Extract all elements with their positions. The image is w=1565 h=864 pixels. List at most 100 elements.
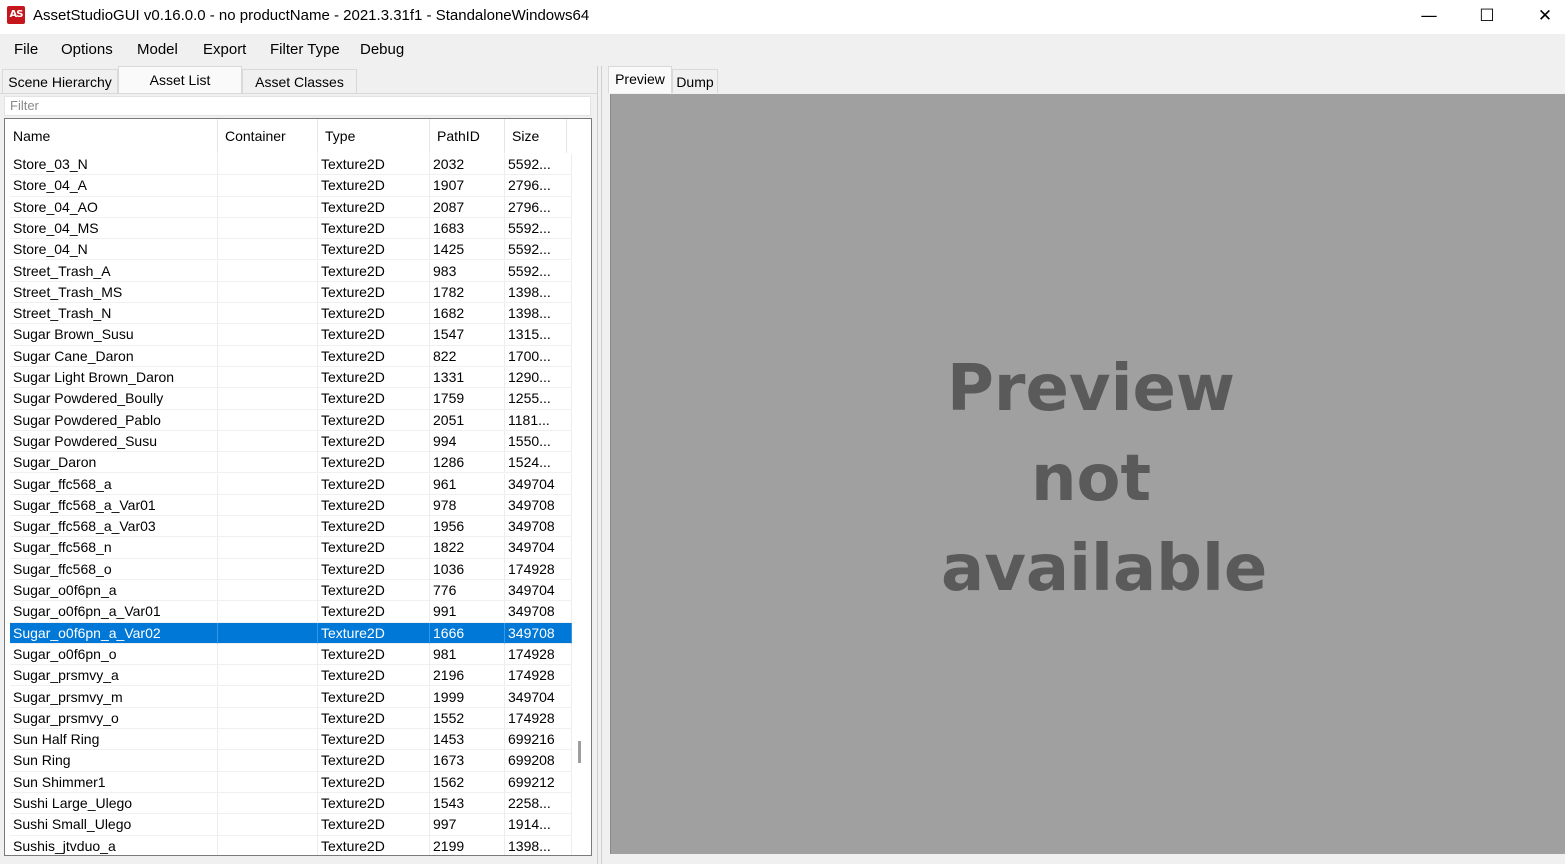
menu-export[interactable]: Export (203, 41, 246, 58)
cell-name: Sugar_prsmvy_a (10, 665, 218, 687)
tab-preview[interactable]: Preview (608, 66, 672, 93)
filter-input[interactable]: Filter (4, 96, 591, 116)
cell-type: Texture2D (318, 324, 430, 346)
cell-type: Texture2D (318, 793, 430, 815)
cell-name: Store_04_MS (10, 217, 218, 240)
cell-size: 699208 (505, 750, 572, 772)
right-panel-border (601, 66, 602, 864)
cell-type: Texture2D (318, 388, 430, 410)
cell-size: 349708 (505, 622, 572, 644)
menu-model[interactable]: Model (137, 41, 178, 58)
table-row[interactable]: Sugar Powdered_Boully Texture2D 1759 1255..… (10, 388, 572, 410)
table-row[interactable]: Street_Trash_MS Texture2D 1782 1398... (10, 281, 572, 304)
table-row[interactable]: Store_04_MS Texture2D 1683 5592... (10, 217, 572, 240)
table-row[interactable]: Sugar_ffc568_o Texture2D 1036 174928 (10, 558, 572, 580)
table-row[interactable]: Sugar_ffc568_a_Var01 Texture2D 978 349708 (10, 494, 572, 517)
cell-type: Texture2D (318, 537, 430, 559)
minimize-button[interactable]: — (1400, 0, 1458, 34)
cell-type: Texture2D (318, 409, 430, 431)
table-row[interactable]: Sugar_o0f6pn_o Texture2D 981 174928 (10, 643, 572, 666)
cell-name: Street_Trash_N (10, 303, 218, 325)
close-button[interactable]: ✕ (1516, 0, 1565, 34)
app-icon: AS (7, 6, 25, 24)
cell-pathid: 1956 (430, 516, 505, 538)
cell-size: 5592... (505, 260, 572, 282)
table-row[interactable]: Sugar_o0f6pn_a_Var02 Texture2D 1666 349708 (10, 622, 572, 644)
splitter[interactable] (597, 66, 598, 864)
table-row[interactable]: Street_Trash_A Texture2D 983 5592... (10, 260, 572, 282)
cell-type: Texture2D (318, 665, 430, 687)
table-row[interactable]: Sugar_ffc568_a_Var03 Texture2D 1956 349708 (10, 516, 572, 538)
menu-debug[interactable]: Debug (360, 41, 404, 58)
tab-asset-list[interactable]: Asset List (118, 66, 242, 94)
table-row[interactable]: Sugar_Daron Texture2D 1286 1524... (10, 452, 572, 474)
cell-size: 1398... (505, 835, 572, 855)
table-row[interactable]: Sugar Powdered_Pablo Texture2D 2051 1181... (10, 409, 572, 431)
column-header-name[interactable]: Name (6, 119, 218, 153)
cell-type: Texture2D (318, 771, 430, 793)
maximize-button[interactable]: ☐ (1458, 0, 1516, 34)
table-row[interactable]: Sun Shimmer1 Texture2D 1562 699212 (10, 771, 572, 793)
cell-name: Sugar Brown_Susu (10, 324, 218, 346)
menu-file[interactable]: File (14, 41, 38, 58)
cell-pathid: 822 (430, 345, 505, 367)
column-header-container[interactable]: Container (218, 119, 318, 153)
cell-type: Texture2D (318, 814, 430, 836)
cell-container (218, 750, 318, 772)
tab-dump[interactable]: Dump (672, 69, 718, 93)
tab-asset-classes[interactable]: Asset Classes (242, 69, 357, 93)
table-row[interactable]: Sugar Powdered_Susu Texture2D 994 1550... (10, 430, 572, 453)
cell-name: Sugar_ffc568_a (10, 473, 218, 495)
cell-size: 349708 (505, 516, 572, 538)
cell-container (218, 665, 318, 687)
cell-pathid: 2032 (430, 154, 505, 176)
table-row[interactable]: Sun Half Ring Texture2D 1453 699216 (10, 729, 572, 751)
cell-name: Sugar Powdered_Susu (10, 430, 218, 453)
table-row[interactable]: Sugar_prsmvy_m Texture2D 1999 349704 (10, 686, 572, 708)
table-row[interactable]: Sugar_o0f6pn_a_Var01 Texture2D 991 349708 (10, 601, 572, 623)
cell-size: 1398... (505, 303, 572, 325)
table-row[interactable]: Sushis_jtvduo_a Texture2D 2199 1398... (10, 835, 572, 855)
table-row[interactable]: Sugar_prsmvy_a Texture2D 2196 174928 (10, 665, 572, 687)
table-row[interactable]: Sushi Large_Ulego Texture2D 1543 2258... (10, 793, 572, 815)
column-header-size[interactable]: Size (505, 119, 567, 153)
cell-container (218, 281, 318, 304)
table-row[interactable]: Sugar Light Brown_Daron Texture2D 1331 1290… (10, 367, 572, 389)
cell-size: 5592... (505, 154, 572, 176)
cell-container (218, 260, 318, 282)
menu-filter-type[interactable]: Filter Type (270, 41, 340, 58)
table-row[interactable]: Sugar_ffc568_n Texture2D 1822 349704 (10, 537, 572, 559)
cell-type: Texture2D (318, 729, 430, 751)
table-row[interactable]: Sugar_o0f6pn_a Texture2D 776 349704 (10, 580, 572, 602)
cell-container (218, 601, 318, 623)
cell-container (218, 239, 318, 261)
table-row[interactable]: Sushi Small_Ulego Texture2D 997 1914... (10, 814, 572, 836)
cell-name: Sugar_ffc568_a_Var03 (10, 516, 218, 538)
table-row[interactable]: Store_04_AO Texture2D 2087 2796... (10, 196, 572, 218)
cell-type: Texture2D (318, 367, 430, 389)
table-row[interactable]: Store_04_A Texture2D 1907 2796... (10, 175, 572, 197)
cell-name: Sugar Light Brown_Daron (10, 367, 218, 389)
cell-name: Store_04_A (10, 175, 218, 197)
title-bar: AS AssetStudioGUI v0.16.0.0 - no product… (0, 0, 1565, 34)
scrollbar-thumb[interactable] (578, 741, 581, 763)
table-row[interactable]: Store_03_N Texture2D 2032 5592... (10, 154, 572, 176)
cell-container (218, 537, 318, 559)
cell-name: Sushi Large_Ulego (10, 793, 218, 815)
table-row[interactable]: Store_04_N Texture2D 1425 5592... (10, 239, 572, 261)
tab-scene-hierarchy[interactable]: Scene Hierarchy (2, 69, 118, 93)
table-row[interactable]: Sugar Brown_Susu Texture2D 1547 1315... (10, 324, 572, 346)
column-header-pathid[interactable]: PathID (430, 119, 505, 153)
table-row[interactable]: Sugar_ffc568_a Texture2D 961 349704 (10, 473, 572, 495)
menu-options[interactable]: Options (61, 41, 113, 58)
cell-size: 1700... (505, 345, 572, 367)
cell-name: Sun Half Ring (10, 729, 218, 751)
cell-type: Texture2D (318, 750, 430, 772)
cell-size: 2258... (505, 793, 572, 815)
cell-pathid: 981 (430, 643, 505, 666)
table-row[interactable]: Sun Ring Texture2D 1673 699208 (10, 750, 572, 772)
table-row[interactable]: Sugar_prsmvy_o Texture2D 1552 174928 (10, 707, 572, 730)
table-row[interactable]: Street_Trash_N Texture2D 1682 1398... (10, 303, 572, 325)
column-header-type[interactable]: Type (318, 119, 430, 153)
table-row[interactable]: Sugar Cane_Daron Texture2D 822 1700... (10, 345, 572, 367)
